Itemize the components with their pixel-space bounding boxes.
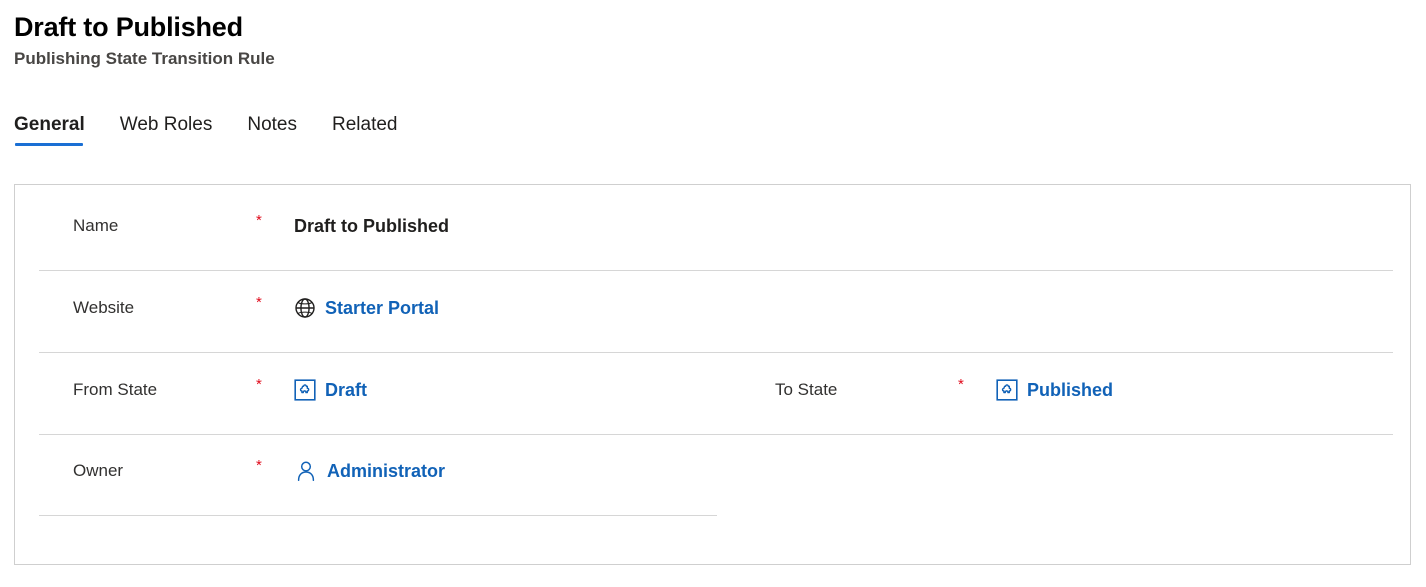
tab-strip: General Web Roles Notes Related [14,112,398,148]
field-value-name[interactable]: Draft to Published [294,214,449,238]
field-link-owner[interactable]: Administrator [327,459,445,483]
required-indicator-website: * [256,294,262,311]
entity-record-icon [294,379,316,401]
field-value-from-state[interactable]: Draft [294,378,367,402]
tab-web-roles[interactable]: Web Roles [120,112,213,148]
page-header: Draft to Published Publishing State Tran… [14,10,275,70]
tab-general[interactable]: General [14,112,85,148]
row-separator-owner [39,515,717,516]
page-subtitle: Publishing State Transition Rule [14,49,275,68]
person-icon [294,459,318,483]
field-value-owner[interactable]: Administrator [294,459,445,483]
field-text-name: Draft to Published [294,216,450,236]
form-row-website: Website * Starter Portal [15,281,717,335]
field-link-website[interactable]: Starter Portal [325,296,439,320]
field-link-to-state[interactable]: Published [1027,378,1113,402]
row-separator-website [39,352,1393,353]
page-title: Draft to Published [14,12,243,42]
required-indicator-to-state: * [958,376,964,393]
general-form-card: Name * Draft to Published Website * Star… [14,184,1411,565]
field-from-state: From State * Draft [15,363,717,417]
globe-icon [294,297,316,319]
field-value-to-state[interactable]: Published [996,378,1113,402]
field-link-from-state[interactable]: Draft [325,378,367,402]
tab-related[interactable]: Related [332,112,398,148]
form-row-owner: Owner * Administrator [15,444,717,498]
field-label-website: Website [73,298,135,317]
required-indicator-name: * [256,212,262,229]
field-label-owner: Owner [73,461,124,480]
required-indicator-owner: * [256,457,262,474]
field-website: Website * Starter Portal [15,281,717,335]
entity-record-icon [996,379,1018,401]
field-to-state: To State * Published [717,363,1397,417]
form-row-states: From State * Draft To State * Published [15,363,1397,417]
row-separator-name [39,270,1393,271]
field-label-name: Name [73,216,119,235]
field-label-from-state: From State [73,380,158,399]
field-name: Name * Draft to Published [15,199,717,253]
field-label-to-state: To State [775,380,838,399]
field-value-website[interactable]: Starter Portal [294,296,439,320]
row-separator-states [39,434,1393,435]
form-row-name: Name * Draft to Published [15,199,717,253]
tab-notes[interactable]: Notes [247,112,297,148]
field-owner: Owner * Administrator [15,444,717,498]
required-indicator-from-state: * [256,376,262,393]
